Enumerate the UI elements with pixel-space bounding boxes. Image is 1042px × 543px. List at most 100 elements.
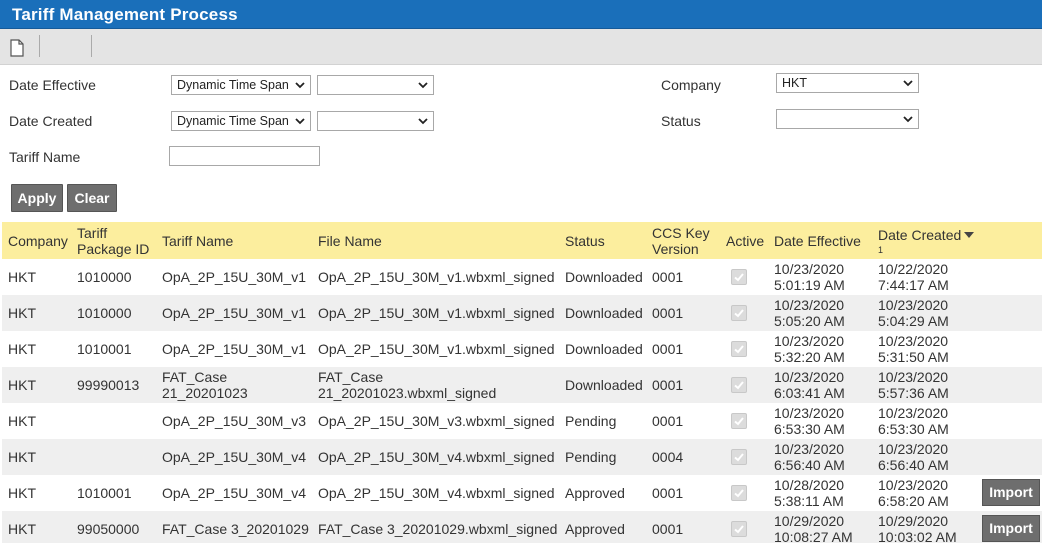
status-label: Status — [661, 113, 701, 129]
cell-package-id: 1010000 — [77, 305, 132, 321]
cell-date-effective-line: 10/23/2020 — [774, 333, 845, 349]
cell-date-effective-line: 10/28/2020 — [774, 477, 845, 493]
cell-date-created-line: 10/29/2020 — [878, 513, 949, 529]
checkmark-icon — [734, 273, 744, 282]
table-row[interactable]: HKT 99050000 FAT_Case 3_20201029 FAT_Case 3… — [2, 511, 1042, 543]
table-row[interactable]: HKT 1010001 OpA_2P_15U_30M_v1 OpA_2P_15U_30… — [2, 331, 1042, 367]
cell-company: HKT — [8, 485, 36, 501]
cell-date-created-line: 6:53:30 AM — [878, 421, 949, 437]
table-row[interactable]: HKT 1010001 OpA_2P_15U_30M_v4 OpA_2P_15U_30… — [2, 475, 1042, 511]
cell-date-created-line: 10/23/2020 — [878, 297, 949, 313]
cell-company: HKT — [8, 341, 36, 357]
tariff-name-input[interactable] — [169, 146, 320, 166]
cell-company-line: HKT — [8, 377, 36, 393]
cell-date-effective-line: 10/23/2020 — [774, 441, 845, 457]
cell-tariff-name: FAT_Case 21_20201023 — [162, 369, 248, 401]
cell-status: Downloaded — [565, 341, 643, 357]
active-checkbox — [731, 413, 747, 429]
cell-company: HKT — [8, 413, 36, 429]
cell-ccs-key-version: 0004 — [652, 449, 683, 465]
date-effective-range-select[interactable] — [317, 75, 434, 95]
import-button[interactable]: Import — [982, 479, 1040, 506]
cell-company-line: HKT — [8, 413, 36, 429]
column-header-active[interactable]: Active — [726, 233, 764, 249]
column-header-date-effective[interactable]: Date Effective — [774, 233, 861, 249]
active-checkbox — [731, 485, 747, 501]
date-created-range-select[interactable] — [317, 111, 434, 131]
cell-ccs-key-version-line: 0004 — [652, 449, 684, 465]
column-header-package-id-line1: Tariff — [77, 225, 108, 241]
import-button[interactable]: Import — [982, 515, 1040, 542]
cell-package-id: 1010000 — [77, 269, 132, 285]
column-header-file-name[interactable]: File Name — [318, 233, 382, 249]
clear-button[interactable]: Clear — [67, 184, 117, 212]
cell-date-created: 10/22/2020 7:44:17 AM — [878, 261, 949, 293]
cell-date-effective-line: 10:08:27 AM — [774, 529, 853, 543]
cell-date-created-line: 10/23/2020 — [878, 369, 949, 385]
cell-package-id-line: 99050000 — [77, 521, 140, 537]
table-row[interactable]: HKT 99990013 FAT_Case 21_20201023 FAT_Case 21… — [2, 367, 1042, 403]
cell-date-created-line: 5:31:50 AM — [878, 349, 949, 365]
cell-date-effective-line: 10/23/2020 — [774, 369, 845, 385]
cell-ccs-key-version-line: 0001 — [652, 485, 684, 501]
table-row[interactable]: HKT OpA_2P_15U_30M_v4 OpA_2P_15U_30M_v4.wb… — [2, 439, 1042, 475]
cell-date-created-line: 7:44:17 AM — [878, 277, 949, 293]
cell-status: Approved — [565, 521, 625, 537]
cell-ccs-key-version: 0001 — [652, 269, 683, 285]
cell-date-effective-line: 5:05:20 AM — [774, 313, 845, 329]
table-row[interactable]: HKT 1010000 OpA_2P_15U_30M_v1 OpA_2P_15U_30… — [2, 295, 1042, 331]
toolbar-separator — [39, 35, 40, 57]
cell-file-name: OpA_2P_15U_30M_v1.wbxml_signed — [318, 269, 555, 285]
cell-status: Downloaded — [565, 269, 643, 285]
cell-ccs-key-version: 0001 — [652, 341, 683, 357]
cell-tariff-name-line: OpA_2P_15U_30M_v1 — [162, 341, 306, 357]
cell-date-effective: 10/23/2020 6:53:30 AM — [774, 405, 845, 437]
status-select[interactable] — [776, 109, 919, 129]
column-header-package-id[interactable]: Tariff Package ID — [77, 225, 149, 257]
cell-date-created-line: 5:57:36 AM — [878, 385, 949, 401]
cell-status-line: Approved — [565, 521, 625, 537]
cell-company: HKT — [8, 269, 36, 285]
cell-date-effective: 10/23/2020 5:01:19 AM — [774, 261, 845, 293]
cell-date-effective: 10/28/2020 5:38:11 AM — [774, 477, 844, 509]
active-checkbox — [731, 521, 747, 537]
cell-file-name-line: OpA_2P_15U_30M_v4.wbxml_signed — [318, 485, 555, 501]
cell-tariff-name-line: FAT_Case 3_20201029 — [162, 521, 309, 537]
cell-date-created: 10/23/2020 6:58:20 AM — [878, 477, 949, 509]
column-header-tariff-name[interactable]: Tariff Name — [162, 233, 233, 249]
column-header-company[interactable]: Company — [8, 233, 68, 249]
date-effective-mode-select[interactable]: Dynamic Time Span — [171, 75, 311, 95]
cell-file-name-line: OpA_2P_15U_30M_v4.wbxml_signed — [318, 449, 555, 465]
column-header-status[interactable]: Status — [565, 233, 605, 249]
cell-file-name-line: FAT_Case — [318, 369, 384, 385]
column-header-ccs-key-version[interactable]: CCS Key Version — [652, 225, 710, 257]
active-checkbox — [731, 305, 747, 321]
cell-file-name-line: 21_20201023.wbxml_signed — [318, 385, 497, 401]
table-row[interactable]: HKT OpA_2P_15U_30M_v3 OpA_2P_15U_30M_v3.wb… — [2, 403, 1042, 439]
cell-file-name-line: OpA_2P_15U_30M_v1.wbxml_signed — [318, 305, 555, 321]
cell-tariff-name: OpA_2P_15U_30M_v1 — [162, 305, 306, 321]
apply-button[interactable]: Apply — [11, 184, 63, 212]
cell-file-name: OpA_2P_15U_30M_v4.wbxml_signed — [318, 449, 555, 465]
column-header-date-created-label: Date Created — [878, 227, 962, 243]
date-created-mode-select[interactable]: Dynamic Time Span — [171, 111, 311, 131]
active-checkbox — [731, 341, 747, 357]
cell-package-id: 1010001 — [77, 485, 132, 501]
cell-status-line: Downloaded — [565, 269, 643, 285]
cell-company: HKT — [8, 449, 36, 465]
cell-file-name-line: OpA_2P_15U_30M_v1.wbxml_signed — [318, 341, 555, 357]
column-header-date-created[interactable]: Date Created — [878, 227, 975, 243]
cell-file-name: OpA_2P_15U_30M_v4.wbxml_signed — [318, 485, 555, 501]
cell-package-id-line: 1010000 — [77, 305, 132, 321]
date-effective-label: Date Effective — [9, 77, 96, 93]
company-select[interactable]: HKT — [776, 73, 919, 93]
cell-date-created: 10/23/2020 6:56:40 AM — [878, 441, 949, 473]
new-document-icon[interactable] — [10, 39, 24, 57]
cell-date-effective-line: 6:53:30 AM — [774, 421, 845, 437]
cell-status: Downloaded — [565, 305, 643, 321]
cell-date-effective: 10/23/2020 6:03:41 AM — [774, 369, 845, 401]
cell-date-created-line: 10/23/2020 — [878, 405, 949, 421]
table-row[interactable]: HKT 1010000 OpA_2P_15U_30M_v1 OpA_2P_15U_30… — [2, 259, 1042, 295]
cell-company-line: HKT — [8, 305, 36, 321]
cell-company: HKT — [8, 377, 36, 393]
